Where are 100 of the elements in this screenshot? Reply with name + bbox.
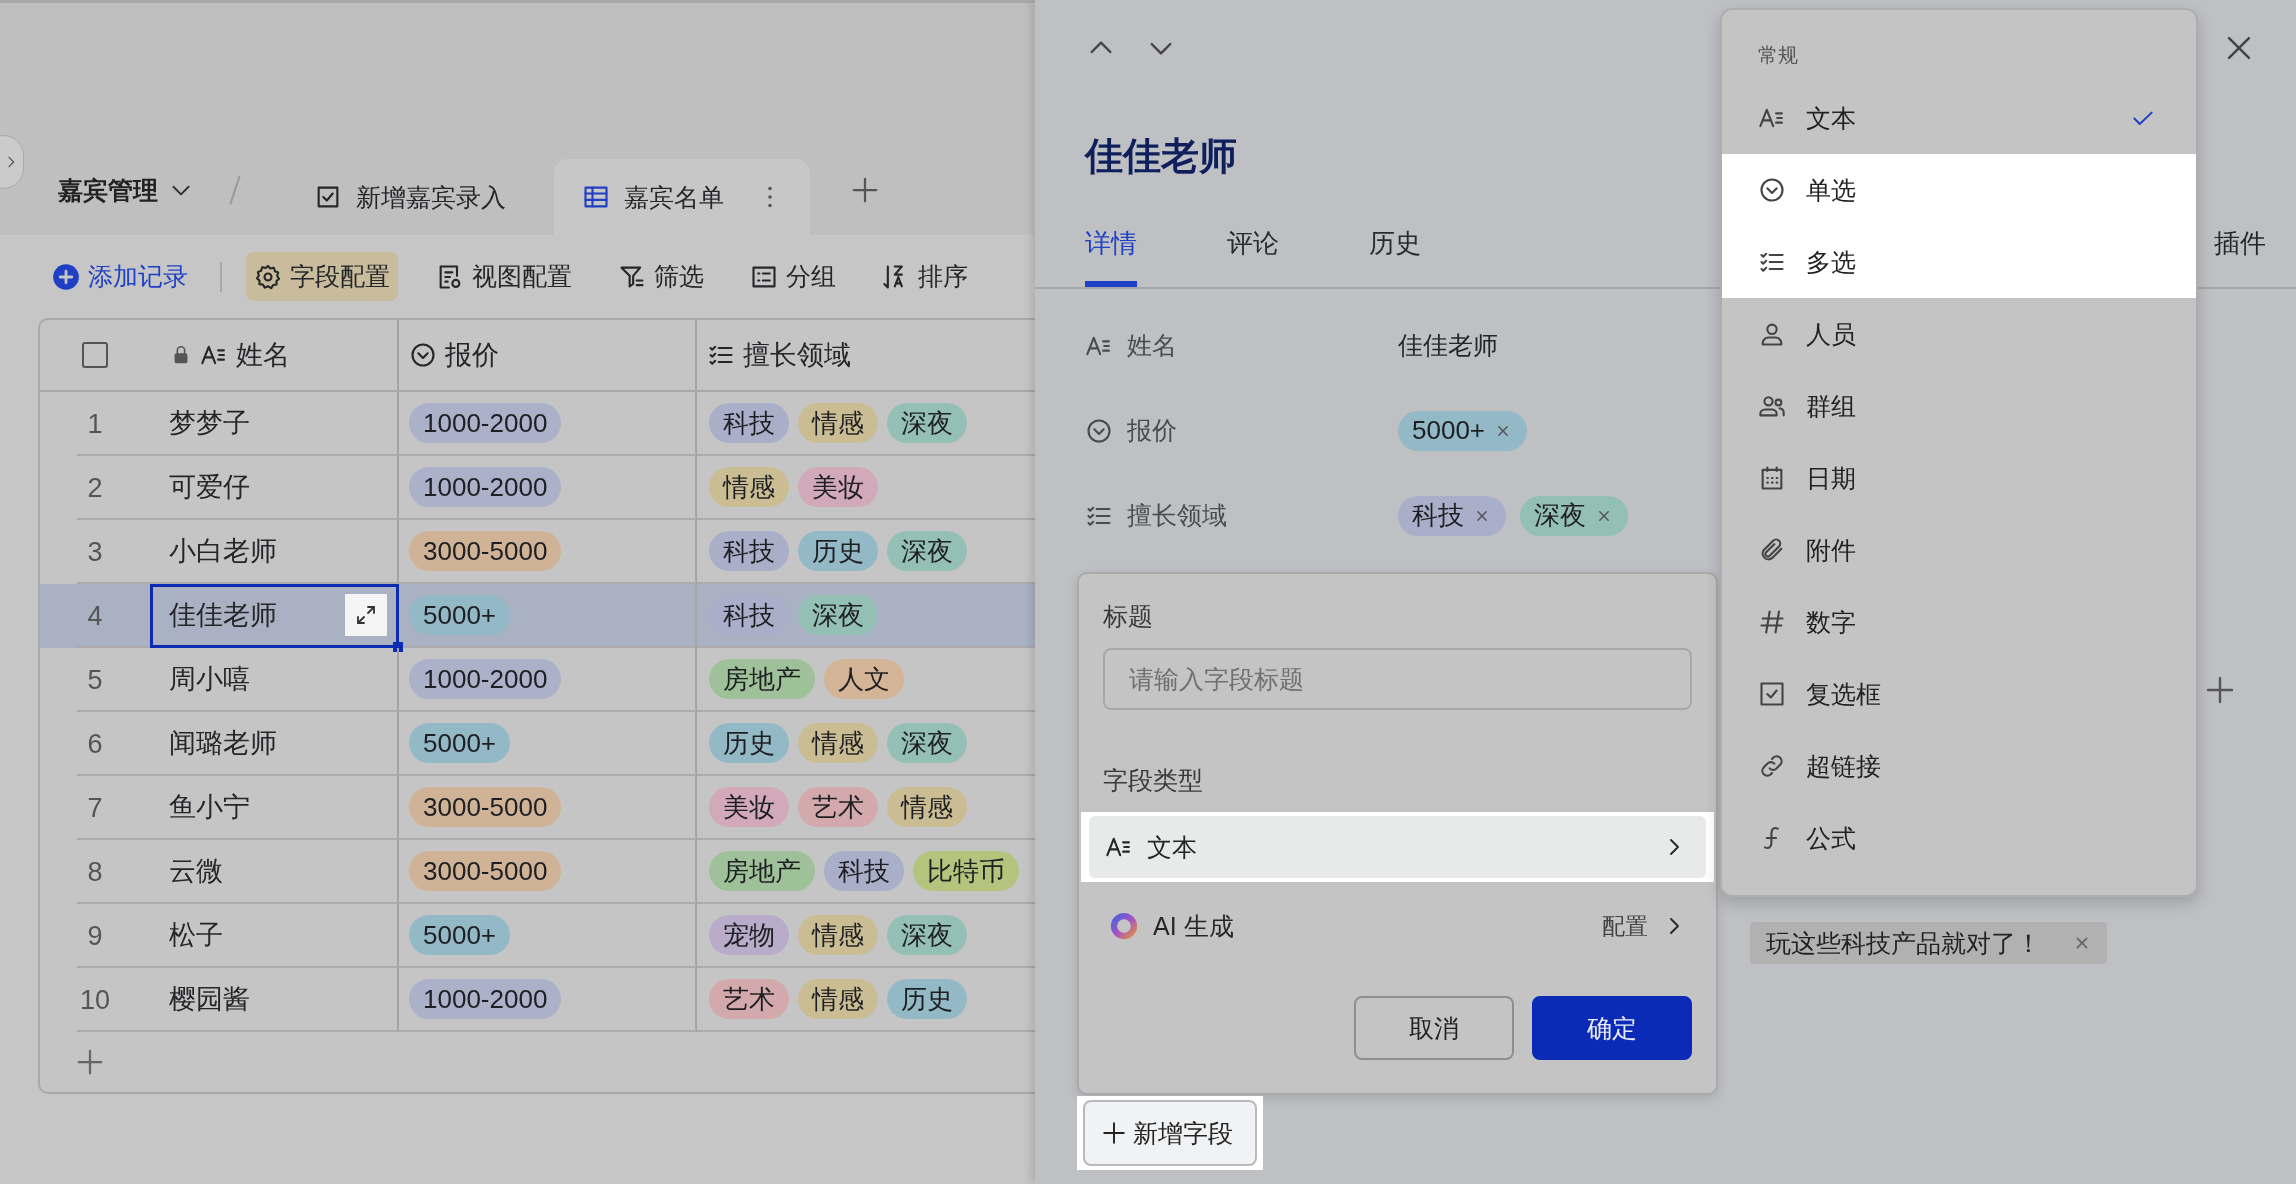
plus-circle-icon <box>52 262 80 291</box>
option-tag: 情感 <box>709 467 789 507</box>
menu-item[interactable]: 公式 <box>1722 802 2196 874</box>
toolbar-button[interactable]: 视图配置 <box>428 252 580 301</box>
menu-item[interactable]: 文本 <box>1722 82 2196 154</box>
name-cell[interactable]: 周小嘻 <box>150 648 399 712</box>
base-name-dropdown[interactable]: 嘉宾管理 <box>58 173 158 207</box>
column-title: 姓名 <box>236 339 290 372</box>
name-cell[interactable]: 闻璐老师 <box>150 712 399 776</box>
add-record-button[interactable]: 添加记录 <box>44 252 196 301</box>
table-row[interactable]: 1 梦梦子 1000-2000 科技 情感 深夜 <box>40 392 1035 456</box>
table-row[interactable]: 2 可爱仔 1000-2000 情感 美妆 <box>40 456 1035 520</box>
row-number: 3 <box>87 536 103 568</box>
name-cell[interactable]: 樱园酱 <box>150 968 399 1032</box>
column-header[interactable]: 报价 <box>399 320 697 390</box>
name-cell[interactable]: 佳佳老师 <box>150 584 399 648</box>
name-cell[interactable]: 可爱仔 <box>150 456 399 520</box>
option-tag: 科技 <box>709 531 789 571</box>
name-cell[interactable]: 梦梦子 <box>150 392 399 456</box>
row-number: 7 <box>87 792 103 824</box>
toolbar-button[interactable]: 排序 <box>874 252 976 301</box>
menu-item[interactable]: 多选 <box>1722 226 2196 298</box>
menu-section-title: 常规 <box>1757 43 1799 68</box>
menu-item[interactable]: 附件 <box>1722 514 2196 586</box>
tab-label: 新增嘉宾录入 <box>356 181 506 213</box>
plugin-label[interactable]: 插件 <box>2214 226 2266 287</box>
column-header[interactable]: 姓名 <box>150 320 399 390</box>
option-tag: 1000-2000 <box>409 659 562 699</box>
option-tag: 情感 <box>798 723 878 763</box>
add-field-button[interactable]: 新增字段 <box>1083 1100 1257 1166</box>
menu-item[interactable]: 数字 <box>1722 586 2196 658</box>
plus-icon[interactable] <box>75 1047 105 1077</box>
plus-icon[interactable] <box>2204 674 2236 706</box>
row-number: 6 <box>87 728 103 760</box>
checkbox-icon <box>1758 680 1786 708</box>
row-number: 10 <box>79 984 110 1016</box>
column-header[interactable]: 擅长领域 <box>697 320 1035 390</box>
option-tag: 深夜 <box>887 915 967 955</box>
option-tag: 1000-2000 <box>409 467 562 507</box>
tag: 玩这些科技产品就对了！ <box>1750 922 2107 964</box>
table-row[interactable]: 9 松子 5000+ 宠物 情感 深夜 <box>40 904 1035 968</box>
detail-tab[interactable]: 历史 <box>1369 226 1421 287</box>
option-tag: 3000-5000 <box>409 531 562 571</box>
option-tag: 历史 <box>798 531 878 571</box>
option-tag: 5000+ <box>409 915 511 955</box>
table-row[interactable]: 7 鱼小宁 3000-5000 美妆 艺术 情感 <box>40 776 1035 840</box>
field-label: 标题 <box>1103 601 1154 632</box>
option-tag: 情感 <box>887 787 967 827</box>
option-tag: 3000-5000 <box>409 851 562 891</box>
option-tag: 情感 <box>798 979 878 1019</box>
hash-icon <box>1758 608 1786 636</box>
name-cell[interactable]: 鱼小宁 <box>150 776 399 840</box>
name-cell[interactable]: 松子 <box>150 904 399 968</box>
menu-item[interactable]: 群组 <box>1722 370 2196 442</box>
menu-item[interactable]: 单选 <box>1722 154 2196 226</box>
view-tab[interactable]: 新增嘉宾录入 <box>286 159 534 235</box>
ai-generate-option[interactable]: AI 生成 配置 <box>1097 886 1698 966</box>
select-all-checkbox[interactable] <box>82 342 108 368</box>
name-cell[interactable]: 小白老师 <box>150 520 399 584</box>
menu-item[interactable]: 人员 <box>1722 298 2196 370</box>
option-tag: 历史 <box>887 979 967 1019</box>
toolbar-button[interactable]: 字段配置 <box>246 252 398 301</box>
settings-icon <box>254 262 282 291</box>
cancel-button[interactable]: 取消 <box>1354 996 1514 1060</box>
confirm-button[interactable]: 确定 <box>1532 996 1692 1060</box>
field-type-select[interactable]: 文本 <box>1089 816 1706 878</box>
toolbar-button[interactable]: 分组 <box>742 252 844 301</box>
option-tag: 美妆 <box>709 787 789 827</box>
option-tag: 艺术 <box>709 979 789 1019</box>
menu-item[interactable]: 日期 <box>1722 442 2196 514</box>
row-number: 8 <box>87 856 103 888</box>
link-icon <box>1758 752 1786 780</box>
option-tag: 人文 <box>824 659 904 699</box>
fill-handle[interactable] <box>393 642 403 652</box>
plus-icon[interactable] <box>850 175 880 205</box>
table-row[interactable]: 5 周小嘻 1000-2000 房地产 人文 <box>40 648 1035 712</box>
dropdown-circle-icon <box>1758 176 1786 204</box>
field-label: 擅长领域 <box>1127 500 1227 531</box>
detail-tab[interactable]: 评论 <box>1227 226 1279 287</box>
menu-item[interactable]: 复选框 <box>1722 658 2196 730</box>
option-tag: 历史 <box>709 723 789 763</box>
menu-item[interactable]: 超链接 <box>1722 730 2196 802</box>
detail-tab[interactable]: 详情 <box>1085 226 1137 287</box>
option-tag: 深夜 <box>887 531 967 571</box>
toolbar-button[interactable]: 筛选 <box>610 252 712 301</box>
name-cell[interactable]: 云微 <box>150 840 399 904</box>
option-tag: 1000-2000 <box>409 979 562 1019</box>
row-number: 2 <box>87 472 103 504</box>
option-tag: 深夜 <box>1520 495 1628 536</box>
title-input-field[interactable]: 请输入字段标题 <box>1103 648 1692 710</box>
table-row[interactable]: 6 闻璐老师 5000+ 历史 情感 深夜 <box>40 712 1035 776</box>
table-row[interactable]: 8 云微 3000-5000 房地产 科技 比特币 <box>40 840 1035 904</box>
field-label: 报价 <box>1127 415 1177 446</box>
row-number: 5 <box>87 664 103 696</box>
option-tag: 深夜 <box>798 595 878 635</box>
view-tab[interactable]: 嘉宾名单 <box>554 159 810 235</box>
expand-record-button[interactable] <box>345 594 387 636</box>
option-tag: 科技 <box>709 403 789 443</box>
table-row[interactable]: 10 樱园酱 1000-2000 艺术 情感 历史 <box>40 968 1035 1032</box>
plus-icon <box>1101 1120 1127 1146</box>
